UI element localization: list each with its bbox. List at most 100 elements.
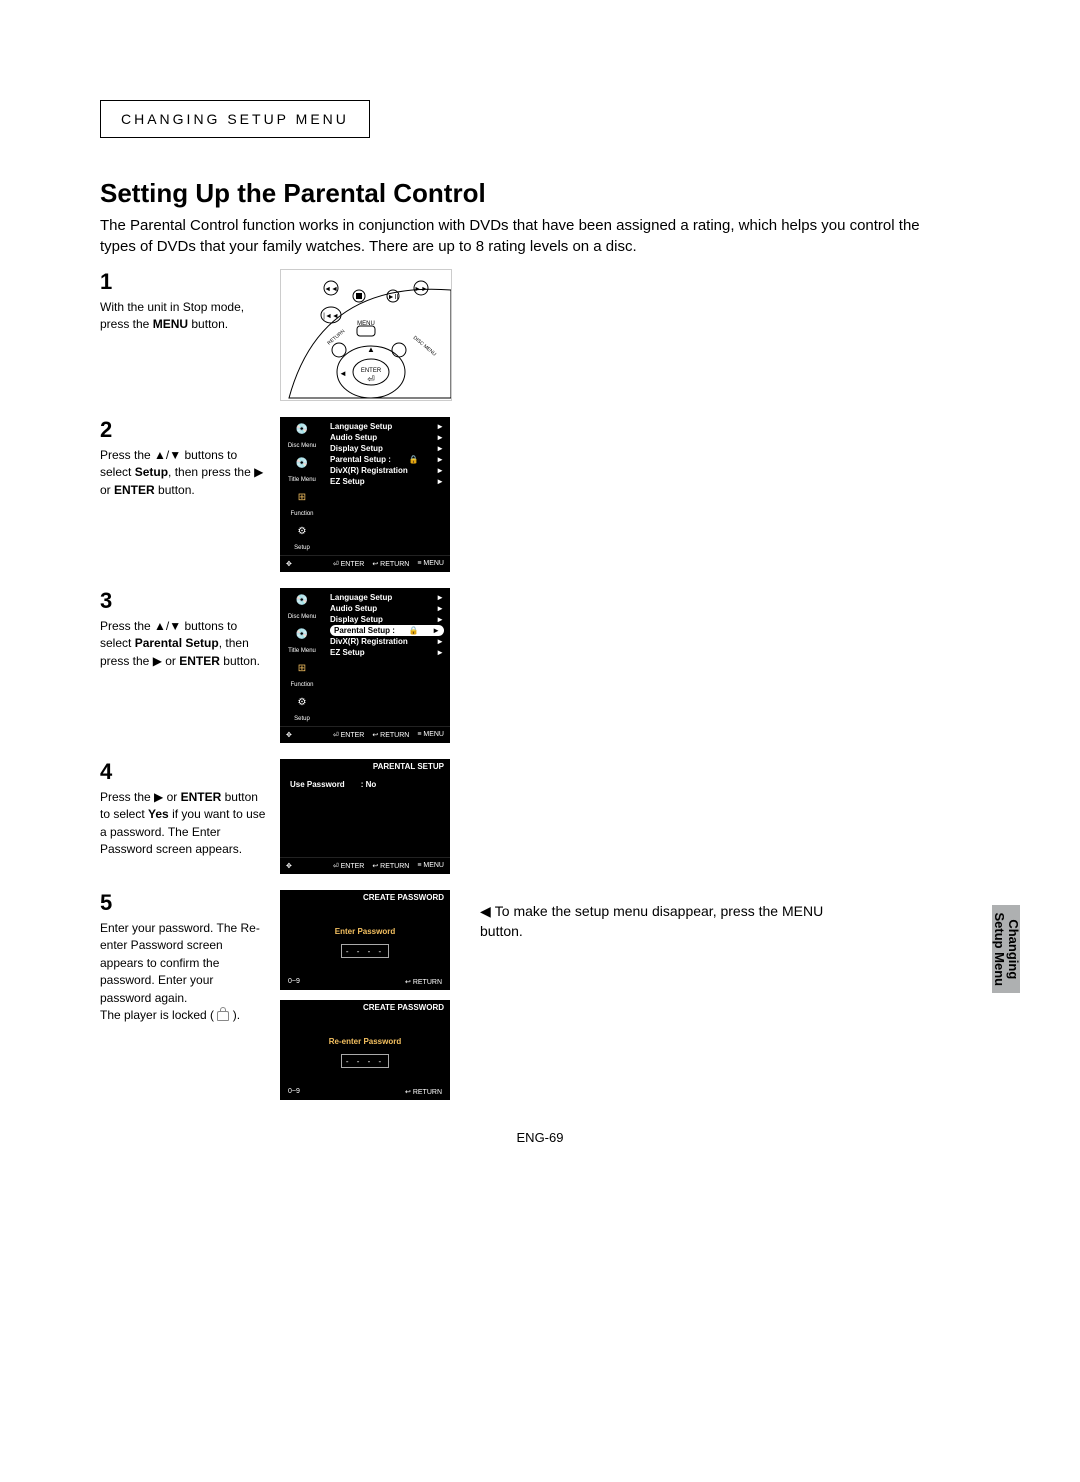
- svg-text:◄: ◄: [339, 369, 347, 378]
- foot-left: 0~9: [288, 1088, 300, 1096]
- step-bold: Parental Setup: [135, 636, 219, 650]
- password-prompt: Re-enter Password: [280, 1015, 450, 1046]
- screen-title: CREATE PASSWORD: [280, 1000, 450, 1015]
- chevron-right-icon: ►: [436, 477, 444, 486]
- foot-label: ENTER: [341, 732, 365, 739]
- sidebar-label: Disc Menu: [288, 614, 316, 620]
- foot-right: RETURN: [413, 1089, 442, 1096]
- step-figure-remote: ◄◄ ►► ►II |◄◄ MENU RETURN DISC MENU ▲ ◄ …: [280, 269, 450, 401]
- step-5-row: 5 Enter your password. The Re-enter Pass…: [100, 890, 980, 1100]
- foot-label: MENU: [423, 862, 444, 869]
- step-bold: ENTER: [181, 790, 222, 804]
- step-bold: ENTER: [114, 483, 155, 497]
- foot-label: ENTER: [341, 561, 365, 568]
- foot-right: RETURN: [413, 979, 442, 986]
- disc-menu-icon: 💿: [292, 592, 312, 608]
- sidebar-label: Function: [290, 511, 313, 517]
- step-text-fragment: Enter your password. The Re-enter Passwo…: [100, 921, 260, 1005]
- menu-footer: ✥⏎ ENTER↩ RETURN≡ MENU: [280, 726, 450, 743]
- menu-item-label: Audio Setup: [330, 604, 377, 613]
- menu-item: Parental Setup :🔒►: [330, 454, 444, 465]
- menu-item-label: Language Setup: [330, 422, 392, 431]
- lock-icon: [217, 1011, 229, 1021]
- step-1: 1 With the unit in Stop mode, press the …: [100, 269, 980, 401]
- foot-label: MENU: [423, 560, 444, 567]
- chevron-right-icon: ►: [436, 604, 444, 613]
- title-menu-icon: 💿: [292, 455, 312, 471]
- chevron-right-icon: ►: [436, 593, 444, 602]
- step-number: 3: [100, 588, 268, 614]
- setup-menu-screenshot: 💿Disc Menu 💿Title Menu ⊞Function ⚙Setup …: [280, 417, 450, 572]
- password-field: - - - -: [341, 944, 389, 958]
- chevron-right-icon: ►: [436, 444, 444, 453]
- step-4: 4 Press the ▶ or ENTER button to select …: [100, 759, 980, 874]
- setup-icon: ⚙: [292, 523, 312, 539]
- step-text-fragment: button.: [155, 483, 195, 497]
- foot-label: RETURN: [380, 561, 409, 568]
- intro-paragraph: The Parental Control function works in c…: [100, 215, 950, 257]
- section-header: CHANGING SETUP MENU: [100, 100, 370, 138]
- menu-item: Language Setup►: [330, 421, 444, 432]
- nav-pad-icon: ✥: [286, 862, 325, 870]
- foot-label: MENU: [423, 731, 444, 738]
- menu-item-label: EZ Setup: [330, 648, 365, 657]
- svg-text:►II: ►II: [388, 294, 399, 301]
- step-number: 5: [100, 890, 268, 916]
- steps-list: 1 With the unit in Stop mode, press the …: [100, 269, 980, 1100]
- menu-item-label: DivX(R) Registration: [330, 637, 408, 646]
- title-menu-icon: 💿: [292, 626, 312, 642]
- menu-item: Audio Setup►: [330, 432, 444, 443]
- menu-item-label: Language Setup: [330, 593, 392, 602]
- step-body: Press the ▲/▼ buttons to select Setup, t…: [100, 447, 268, 499]
- foot-label: RETURN: [380, 732, 409, 739]
- sidebar-label: Setup: [294, 716, 310, 722]
- page-title-text: Setting Up the Parental Control: [100, 178, 486, 208]
- password-field: - - - -: [341, 1054, 389, 1068]
- screen-footer: 0~9↩ RETURN: [280, 978, 450, 986]
- sidebar-label: Function: [290, 682, 313, 688]
- menu-item-selected: Parental Setup : 🔒 ►: [330, 625, 444, 636]
- step-number: 4: [100, 759, 268, 785]
- step-text-fragment: The player is locked (: [100, 1008, 217, 1022]
- lock-icon: 🔒: [409, 626, 419, 635]
- use-password-row: Use Password : No: [280, 774, 450, 795]
- tab-line1: Changing: [1006, 919, 1021, 979]
- password-prompt: Enter Password: [280, 905, 450, 936]
- foot-left: 0~9: [288, 978, 300, 986]
- menu-footer: ✥⏎ ENTER↩ RETURN≡ MENU: [280, 555, 450, 572]
- note-marker-icon: ▶: [480, 902, 491, 922]
- page-number: ENG-69: [100, 1130, 980, 1145]
- step-text-fragment: button.: [188, 317, 228, 331]
- row-value: : No: [361, 780, 377, 789]
- menu-item-label: DivX(R) Registration: [330, 466, 408, 475]
- note-text: To make the setup menu disappear, press …: [480, 903, 823, 939]
- step-number: 1: [100, 269, 268, 295]
- menu-item-label: Parental Setup :: [334, 626, 395, 635]
- menu-list: Language Setup► Audio Setup► Display Set…: [324, 417, 450, 555]
- chevron-right-icon: ►: [432, 626, 440, 635]
- chevron-right-icon: ►: [436, 615, 444, 624]
- step-bold: MENU: [153, 317, 188, 331]
- menu-item: DivX(R) Registration ►: [330, 465, 444, 476]
- chevron-right-icon: ►: [436, 455, 444, 464]
- step-text-fragment: button.: [220, 654, 260, 668]
- menu-item: EZ Setup ►: [330, 476, 444, 487]
- menu-sidebar: 💿Disc Menu 💿Title Menu ⊞Function ⚙Setup: [280, 417, 324, 555]
- step-text-fragment: Press the ▶ or: [100, 790, 181, 804]
- step-body: Enter your password. The Re-enter Passwo…: [100, 920, 268, 1024]
- function-icon: ⊞: [292, 489, 312, 505]
- menu-item-label: EZ Setup: [330, 477, 365, 486]
- sidebar-label: Disc Menu: [288, 443, 316, 449]
- intro-text: The Parental Control function works in c…: [100, 217, 920, 255]
- svg-text:▲: ▲: [367, 345, 375, 354]
- step-bold: Setup: [135, 465, 168, 479]
- menu-item: Language Setup ►: [330, 592, 444, 603]
- remote-illustration: ◄◄ ►► ►II |◄◄ MENU RETURN DISC MENU ▲ ◄ …: [280, 269, 452, 401]
- chevron-right-icon: ►: [436, 466, 444, 475]
- menu-item: EZ Setup►: [330, 647, 444, 658]
- svg-text:►►: ►►: [414, 286, 428, 293]
- step-bold: Yes: [148, 807, 169, 821]
- menu-item-label: Display Setup: [330, 615, 383, 624]
- lock-icon: 🔒: [409, 455, 419, 464]
- section-header-text: CHANGING SETUP MENU: [121, 111, 349, 127]
